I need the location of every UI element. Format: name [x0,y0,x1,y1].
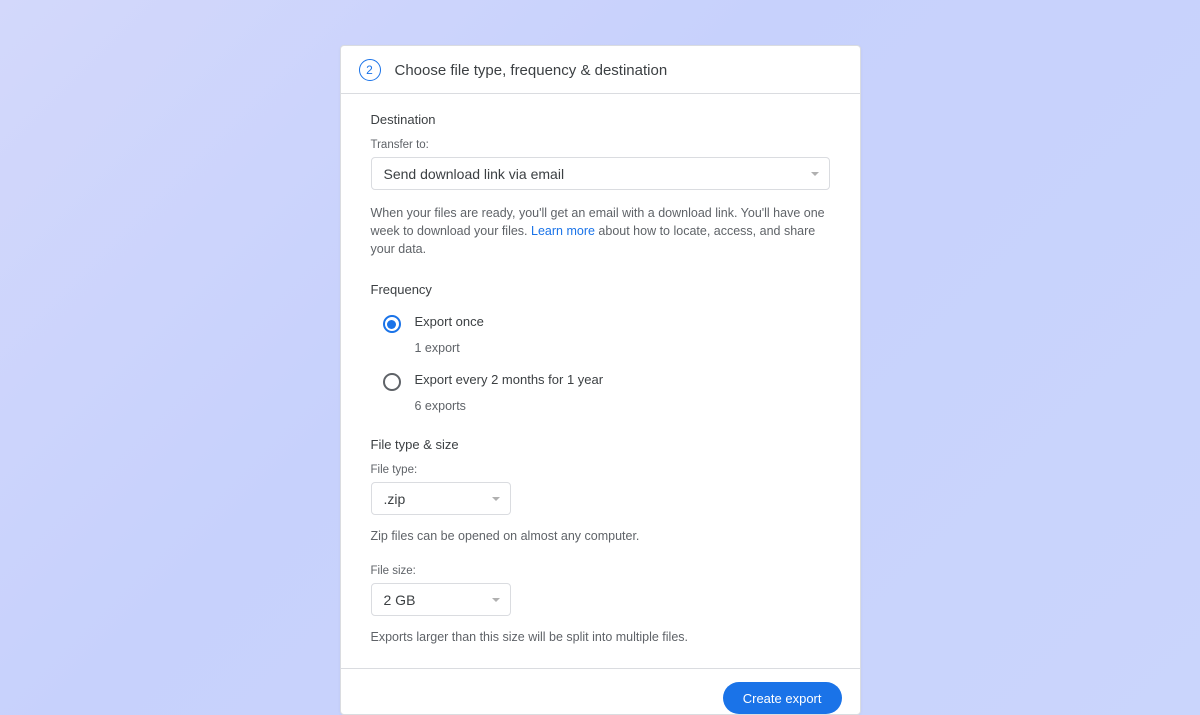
file-type-note: Zip files can be opened on almost any co… [371,529,830,543]
filetype-section-title: File type & size [371,437,830,452]
frequency-section-title: Frequency [371,282,830,297]
destination-section-title: Destination [371,112,830,127]
destination-help-text: When your files are ready, you'll get an… [371,204,830,258]
create-export-button[interactable]: Create export [723,682,842,714]
step-badge: 2 [359,59,381,81]
frequency-option-once-label: Export once [415,314,484,329]
frequency-option-recurring-sub: 6 exports [415,399,830,413]
transfer-to-select[interactable]: Send download link via email [371,157,830,190]
frequency-option-recurring[interactable]: Export every 2 months for 1 year [371,367,830,391]
card-title: Choose file type, frequency & destinatio… [395,62,668,79]
card-body: Destination Transfer to: Send download l… [341,94,860,668]
frequency-option-once-sub: 1 export [415,341,830,355]
card-footer: Create export [341,668,860,715]
transfer-to-label: Transfer to: [371,139,830,151]
file-size-label: File size: [371,565,830,577]
caret-down-icon [492,497,500,501]
radio-icon [383,373,401,391]
learn-more-link[interactable]: Learn more [531,224,595,238]
radio-icon [383,315,401,333]
transfer-to-value: Send download link via email [384,166,565,182]
file-size-select[interactable]: 2 GB [371,583,511,616]
export-settings-card: 2 Choose file type, frequency & destinat… [340,45,861,715]
file-type-value: .zip [384,491,406,507]
file-size-value: 2 GB [384,592,416,608]
card-header: 2 Choose file type, frequency & destinat… [341,46,860,94]
frequency-option-once[interactable]: Export once [371,309,830,333]
caret-down-icon [811,172,819,176]
file-type-label: File type: [371,464,830,476]
frequency-option-recurring-label: Export every 2 months for 1 year [415,372,604,387]
caret-down-icon [492,598,500,602]
file-type-select[interactable]: .zip [371,482,511,515]
file-size-note: Exports larger than this size will be sp… [371,630,830,644]
